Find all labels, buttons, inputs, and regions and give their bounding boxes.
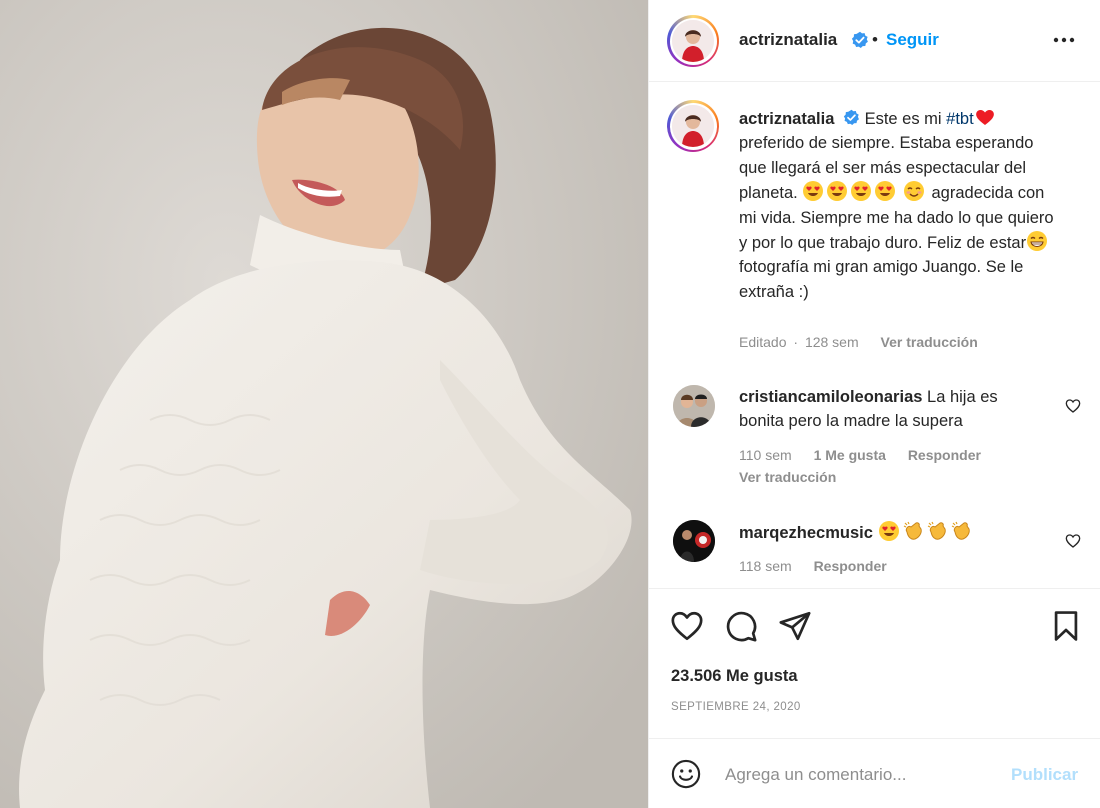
clapping-hands-emoji-icon — [903, 521, 922, 540]
comment-avatar[interactable] — [673, 385, 715, 427]
caption-author-avatar[interactable] — [667, 100, 719, 152]
heart-eyes-emoji-icon — [875, 181, 896, 202]
heart-icon[interactable] — [670, 609, 704, 643]
caption-edited-label: Editado — [739, 334, 787, 350]
post-header: actriznatalia • Seguir — [649, 0, 1100, 82]
more-horizontal-icon[interactable] — [1051, 28, 1077, 52]
comment-composer: Publicar — [649, 738, 1100, 808]
verified-badge-icon — [851, 31, 868, 48]
comment-meta: 110 sem 1 Me gusta Responder — [739, 447, 999, 463]
comment-body: cristiancamiloleonarias La hija es bonit… — [739, 385, 1044, 434]
bookmark-icon[interactable] — [1049, 609, 1083, 643]
red-heart-emoji-icon — [975, 110, 994, 125]
comment-username[interactable]: cristiancamiloleonarias — [739, 388, 922, 406]
comment-like-heart-icon[interactable] — [1065, 398, 1081, 414]
avatar-image — [673, 520, 715, 562]
comment-avatar[interactable] — [673, 520, 715, 562]
comment-icon[interactable] — [724, 609, 758, 643]
author-username[interactable]: actriznatalia — [739, 30, 837, 50]
comment-meta: 118 sem Responder — [739, 558, 905, 574]
heart-eyes-emoji-icon — [803, 181, 824, 202]
comment-timestamp[interactable]: 118 sem — [739, 558, 792, 574]
comment-translate-row: Ver traducción — [739, 469, 854, 485]
clapping-hands-emoji-icon — [951, 521, 970, 540]
comment-reply-link[interactable]: Responder — [814, 558, 887, 574]
comment-body: marqezhecmusic — [739, 520, 1044, 545]
post-details-panel: actriznatalia • Seguir actriznatalia Est… — [648, 0, 1100, 808]
comment-input[interactable] — [725, 761, 995, 789]
comment-timestamp[interactable]: 110 sem — [739, 447, 792, 463]
smiley-icon[interactable] — [671, 759, 701, 789]
caption-translate-link[interactable]: Ver traducción — [881, 334, 978, 350]
avatar-image — [672, 20, 714, 62]
caption-hashtag[interactable]: #tbt — [946, 110, 974, 128]
caption-text-part-1: Este es mi — [864, 110, 947, 128]
header-dot-separator: • — [872, 30, 878, 49]
post-date[interactable]: SEPTIEMBRE 24, 2020 — [671, 701, 801, 713]
comment-username[interactable]: marqezhecmusic — [739, 524, 873, 542]
comment-translate-link[interactable]: Ver traducción — [739, 469, 836, 485]
post-photo[interactable] — [0, 0, 648, 808]
verified-badge-icon — [843, 109, 859, 126]
caption-username[interactable]: actriznatalia — [739, 110, 834, 128]
follow-button[interactable]: Seguir — [886, 30, 939, 50]
heart-eyes-emoji-icon — [827, 181, 848, 202]
caption-meta-separator: · — [793, 334, 799, 350]
photo-illustration — [0, 0, 648, 808]
comment-reply-link[interactable]: Responder — [908, 447, 981, 463]
author-avatar[interactable] — [667, 15, 719, 67]
caption-timestamp[interactable]: 128 sem — [805, 334, 859, 350]
comment-likes-count[interactable]: 1 Me gusta — [814, 447, 886, 463]
likes-count[interactable]: 23.506 Me gusta — [671, 667, 798, 686]
paper-plane-icon[interactable] — [778, 609, 812, 643]
grinning-emoji-icon — [1027, 231, 1048, 252]
post-actions: 23.506 Me gusta SEPTIEMBRE 24, 2020 — [649, 588, 1100, 738]
publish-button[interactable]: Publicar — [1011, 765, 1078, 785]
avatar-image — [673, 385, 715, 427]
post-caption: actriznatalia Este es mi #tbt preferido … — [739, 106, 1064, 304]
clapping-hands-emoji-icon — [927, 521, 946, 540]
heart-eyes-emoji-icon — [878, 521, 899, 541]
avatar-image — [672, 105, 714, 147]
comment-like-heart-icon[interactable] — [1065, 533, 1081, 549]
blushing-smile-emoji-icon — [903, 181, 924, 202]
caption-meta: Editado · 128 sem Ver traducción — [739, 334, 996, 350]
caption-text-part-4: fotografía mi gran amigo Juango. Se le e… — [739, 258, 1024, 301]
heart-eyes-emoji-icon — [851, 181, 872, 202]
